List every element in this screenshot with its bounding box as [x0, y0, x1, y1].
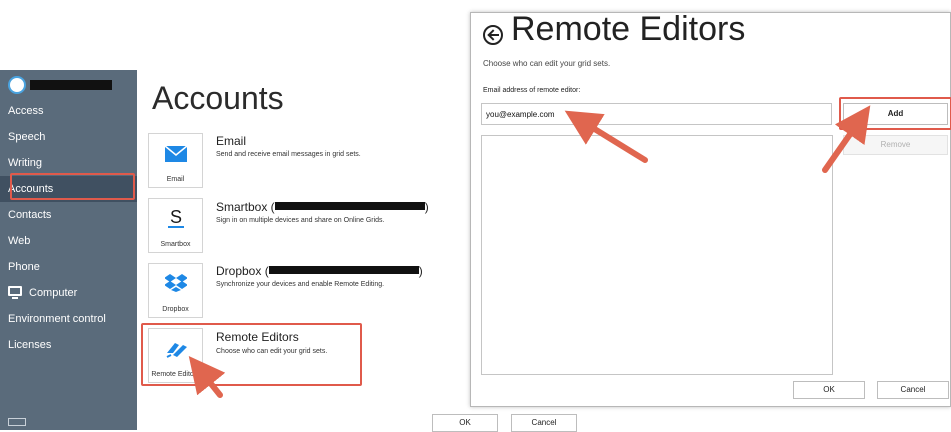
page-title: Accounts	[152, 80, 284, 116]
redacted-username	[30, 80, 112, 90]
sidebar-item-environment-control[interactable]: Environment control	[0, 306, 137, 332]
remove-button[interactable]: Remove	[843, 135, 948, 155]
redacted-email	[268, 266, 419, 274]
sidebar-item-web[interactable]: Web	[0, 228, 137, 254]
smartbox-account-name: Smartbox ()	[216, 200, 429, 214]
smartbox-tile[interactable]: S Smartbox	[148, 198, 203, 253]
keyboard-icon[interactable]	[8, 418, 26, 426]
sidebar-item-licenses[interactable]: Licenses	[0, 332, 137, 358]
dropbox-account-name: Dropbox ()	[216, 264, 423, 278]
accounts-ok-button[interactable]: OK	[432, 414, 498, 432]
sidebar-nav: Access Speech Writing Accounts Contacts …	[0, 98, 137, 358]
sidebar-item-speech[interactable]: Speech	[0, 124, 137, 150]
envelope-icon	[165, 146, 187, 162]
email-account-name: Email	[216, 134, 247, 148]
computer-icon	[8, 286, 24, 299]
dialog-cancel-button[interactable]: Cancel	[877, 381, 949, 399]
dialog-title: Remote Editors	[511, 10, 746, 48]
user-account[interactable]	[8, 74, 133, 96]
dropbox-tile-caption: Dropbox	[162, 306, 189, 313]
dialog-subtitle: Choose who can edit your grid sets.	[483, 59, 611, 68]
dropbox-icon	[165, 274, 187, 292]
sidebar-item-contacts[interactable]: Contacts	[0, 202, 137, 228]
add-button[interactable]: Add	[843, 103, 948, 125]
avatar	[8, 76, 26, 94]
accounts-cancel-button[interactable]: Cancel	[511, 414, 577, 432]
dialog-ok-button[interactable]: OK	[793, 381, 865, 399]
smartbox-icon: S	[168, 207, 184, 228]
dropbox-account-desc: Synchronize your devices and enable Remo…	[216, 281, 385, 288]
smartbox-account-desc: Sign in on multiple devices and share on…	[216, 217, 385, 224]
smartbox-tile-caption: Smartbox	[160, 241, 191, 248]
remote-editors-list[interactable]	[481, 135, 833, 375]
email-tile[interactable]: Email	[148, 133, 203, 188]
sidebar-item-computer[interactable]: Computer	[0, 280, 137, 306]
email-field[interactable]	[481, 103, 832, 125]
email-account-desc: Send and receive email messages in grid …	[216, 151, 361, 158]
accounts-highlight-box	[10, 173, 135, 200]
sidebar-item-access[interactable]: Access	[0, 98, 137, 124]
sidebar-item-phone[interactable]: Phone	[0, 254, 137, 280]
email-tile-caption: Email	[166, 176, 185, 183]
remote-editors-highlight-box	[141, 323, 362, 386]
email-field-label: Email address of remote editor:	[483, 87, 581, 94]
dropbox-tile[interactable]: Dropbox	[148, 263, 203, 318]
redacted-email	[274, 202, 425, 210]
back-arrow-icon[interactable]	[483, 25, 503, 45]
sidebar: Access Speech Writing Accounts Contacts …	[0, 70, 137, 430]
svg-text:S: S	[170, 207, 182, 227]
remote-editors-dialog: Remote Editors Choose who can edit your …	[470, 10, 951, 407]
